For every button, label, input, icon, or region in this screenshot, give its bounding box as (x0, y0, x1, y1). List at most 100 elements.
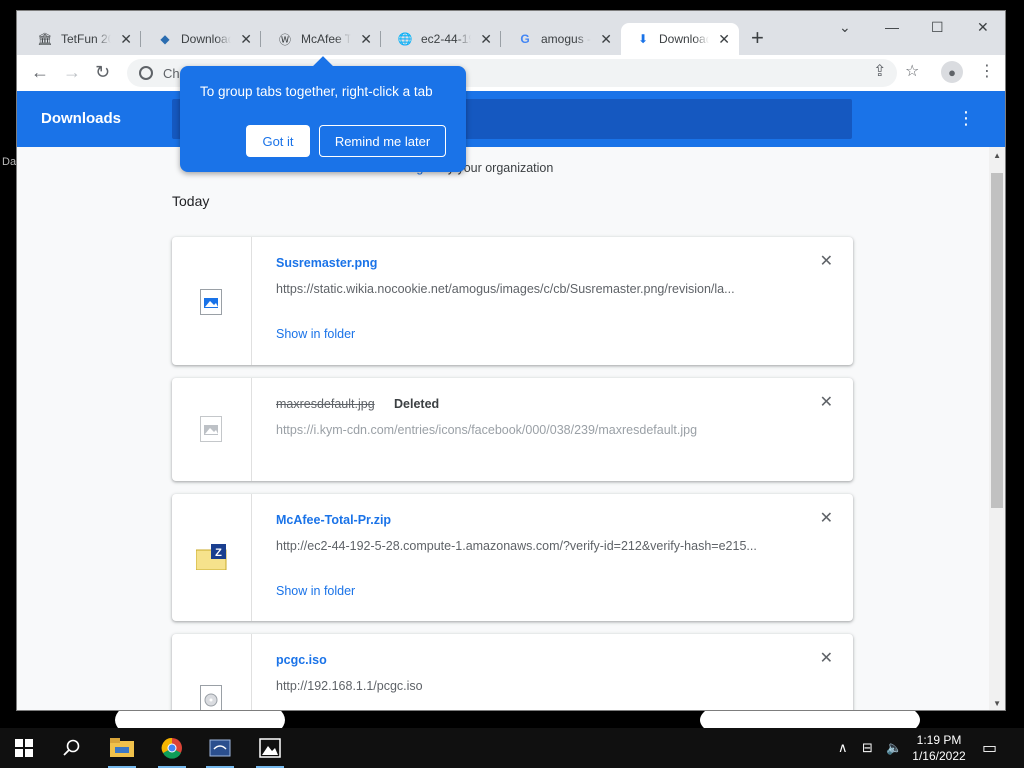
tab-amogus[interactable]: G amogus - ✕ (503, 23, 621, 55)
file-name-link[interactable]: pcgc.iso (276, 653, 327, 667)
remind-later-button[interactable]: Remind me later (319, 125, 446, 157)
minimize-button[interactable]: — (885, 19, 899, 35)
wordpress-icon: Ⓦ (278, 32, 291, 47)
chrome-button[interactable] (148, 728, 196, 768)
bookmark-star-icon[interactable]: ☆ (905, 64, 919, 80)
got-it-button[interactable]: Got it (246, 125, 310, 157)
page-title: Downloads (41, 110, 122, 127)
new-tab-button[interactable]: + (751, 27, 764, 49)
chevron-up-icon[interactable]: ∧ (838, 740, 848, 756)
maximize-button[interactable]: ☐ (931, 19, 944, 36)
tab-separator (380, 31, 381, 47)
chrome-icon (161, 737, 182, 759)
file-url-link[interactable]: http://192.168.1.1/pcgc.iso (276, 679, 776, 693)
show-in-folder-link[interactable]: Show in folder (276, 327, 355, 341)
reload-icon[interactable]: ↻ (95, 63, 110, 81)
file-url-link[interactable]: https://i.kym-cdn.com/entries/icons/face… (276, 423, 776, 437)
desktop-icon-label[interactable]: Da (2, 156, 16, 168)
file-icon-column (172, 237, 252, 365)
tab-strip: 🏛 TetFun 20 ✕ ◆ Downloads ✕ Ⓦ McAfee To … (17, 11, 1005, 55)
scrollbar[interactable]: ▲ ▼ (989, 147, 1005, 710)
chrome-icon (139, 66, 153, 80)
menu-dots-icon[interactable]: ⋮ (979, 64, 995, 80)
tab-downloads-active[interactable]: ⬇ Downloads ✕ (621, 23, 739, 55)
tab-tetfun[interactable]: 🏛 TetFun 20 ✕ (23, 23, 141, 55)
file-url-link[interactable]: https://static.wikia.nocookie.net/amogus… (276, 282, 776, 296)
downloads-list: r is managed by your organization Today … (17, 147, 991, 710)
file-name-link[interactable]: Susremaster.png (276, 256, 377, 270)
image-file-icon (200, 289, 222, 315)
back-arrow-icon[interactable]: ← (31, 63, 49, 81)
file-url-link[interactable]: http://ec2-44-192-5-28.compute-1.amazona… (276, 539, 776, 553)
close-icon[interactable]: ✕ (599, 31, 613, 48)
disc-image-file-icon (200, 685, 222, 710)
forward-arrow-icon[interactable]: → (63, 63, 81, 81)
close-icon[interactable]: ✕ (359, 31, 373, 48)
download-item: pcgc.iso http://192.168.1.1/pcgc.iso ✕ (172, 634, 853, 710)
remove-item-icon[interactable]: ✕ (820, 511, 833, 527)
scroll-up-arrow-icon[interactable]: ▲ (993, 151, 1001, 160)
tab-title: amogus - (541, 32, 592, 46)
zip-file-icon: Z (195, 544, 228, 571)
tab-title: Downloads (659, 32, 709, 46)
tab-search-icon[interactable]: ⌄ (839, 19, 851, 36)
remove-item-icon[interactable]: ✕ (820, 651, 833, 667)
tab-downloads-1[interactable]: ◆ Downloads ✕ (143, 23, 261, 55)
tab-ec2[interactable]: 🌐 ec2-44-19 ✕ (383, 23, 501, 55)
close-window-button[interactable]: ✕ (977, 19, 989, 36)
file-icon-column: Z (172, 494, 252, 621)
app-button[interactable] (196, 728, 244, 768)
download-icon: ⬇ (637, 32, 649, 46)
section-label: Today (172, 193, 210, 209)
search-button[interactable] (48, 728, 96, 768)
start-button[interactable] (0, 728, 48, 768)
windows-icon (15, 739, 33, 757)
tab-group-tip-bubble: To group tabs together, right-click a ta… (180, 56, 466, 172)
more-actions-icon[interactable]: ⋮ (957, 109, 975, 127)
toolbar: ← → ↻ Chr ⇪ ☆ ● ⋮ (17, 55, 1005, 91)
tab-separator (260, 31, 261, 47)
app-window-icon (209, 739, 231, 757)
image-icon (259, 738, 281, 758)
show-in-folder-link[interactable]: Show in folder (276, 584, 355, 598)
browser-window: 🏛 TetFun 20 ✕ ◆ Downloads ✕ Ⓦ McAfee To … (16, 10, 1006, 711)
scroll-down-arrow-icon[interactable]: ▼ (993, 699, 1001, 708)
deleted-status-label: Deleted (394, 397, 440, 411)
search-icon (63, 739, 80, 756)
downloads-header: Downloads ⋮ (17, 91, 1005, 147)
notification-icon[interactable]: ▭ (982, 738, 997, 758)
clock-date: 1/16/2022 (912, 749, 966, 763)
file-name-link[interactable]: McAfee-Total-Pr.zip (276, 513, 391, 527)
volume-muted-icon[interactable]: 🔈 (886, 740, 902, 756)
photos-button[interactable] (246, 728, 294, 768)
close-icon[interactable]: ✕ (717, 31, 731, 48)
scroll-thumb[interactable] (991, 173, 1003, 508)
tab-title: ec2-44-19 (421, 32, 472, 46)
share-icon[interactable]: ⇪ (873, 64, 886, 80)
bank-icon: 🏛 (37, 32, 53, 46)
folder-icon (110, 738, 134, 757)
file-explorer-button[interactable] (98, 728, 146, 768)
download-item: Z McAfee-Total-Pr.zip http://ec2-44-192-… (172, 494, 853, 621)
tab-title: Downloads (181, 32, 231, 46)
tip-message: To group tabs together, right-click a ta… (200, 84, 433, 99)
tab-mcafee[interactable]: Ⓦ McAfee To ✕ (263, 23, 381, 55)
profile-avatar[interactable]: ● (941, 61, 963, 83)
download-item: Susremaster.png https://static.wikia.noc… (172, 237, 853, 365)
tab-title: TetFun 20 (61, 32, 112, 46)
close-icon[interactable]: ✕ (119, 31, 133, 48)
globe-icon: 🌐 (397, 32, 413, 46)
tab-title: McAfee To (301, 32, 351, 46)
system-clock[interactable]: 1:19 PM 1/16/2022 (906, 732, 972, 764)
close-icon[interactable]: ✕ (479, 31, 493, 48)
tab-separator (140, 31, 141, 47)
tab-separator (500, 31, 501, 47)
close-icon[interactable]: ✕ (239, 31, 253, 48)
network-icon[interactable]: ⊟ (862, 740, 873, 756)
file-icon-column (172, 634, 252, 710)
google-icon: G (520, 32, 530, 46)
clock-time: 1:19 PM (916, 733, 962, 747)
image-file-icon (200, 416, 222, 442)
remove-item-icon[interactable]: ✕ (820, 254, 833, 270)
remove-item-icon[interactable]: ✕ (820, 395, 833, 411)
